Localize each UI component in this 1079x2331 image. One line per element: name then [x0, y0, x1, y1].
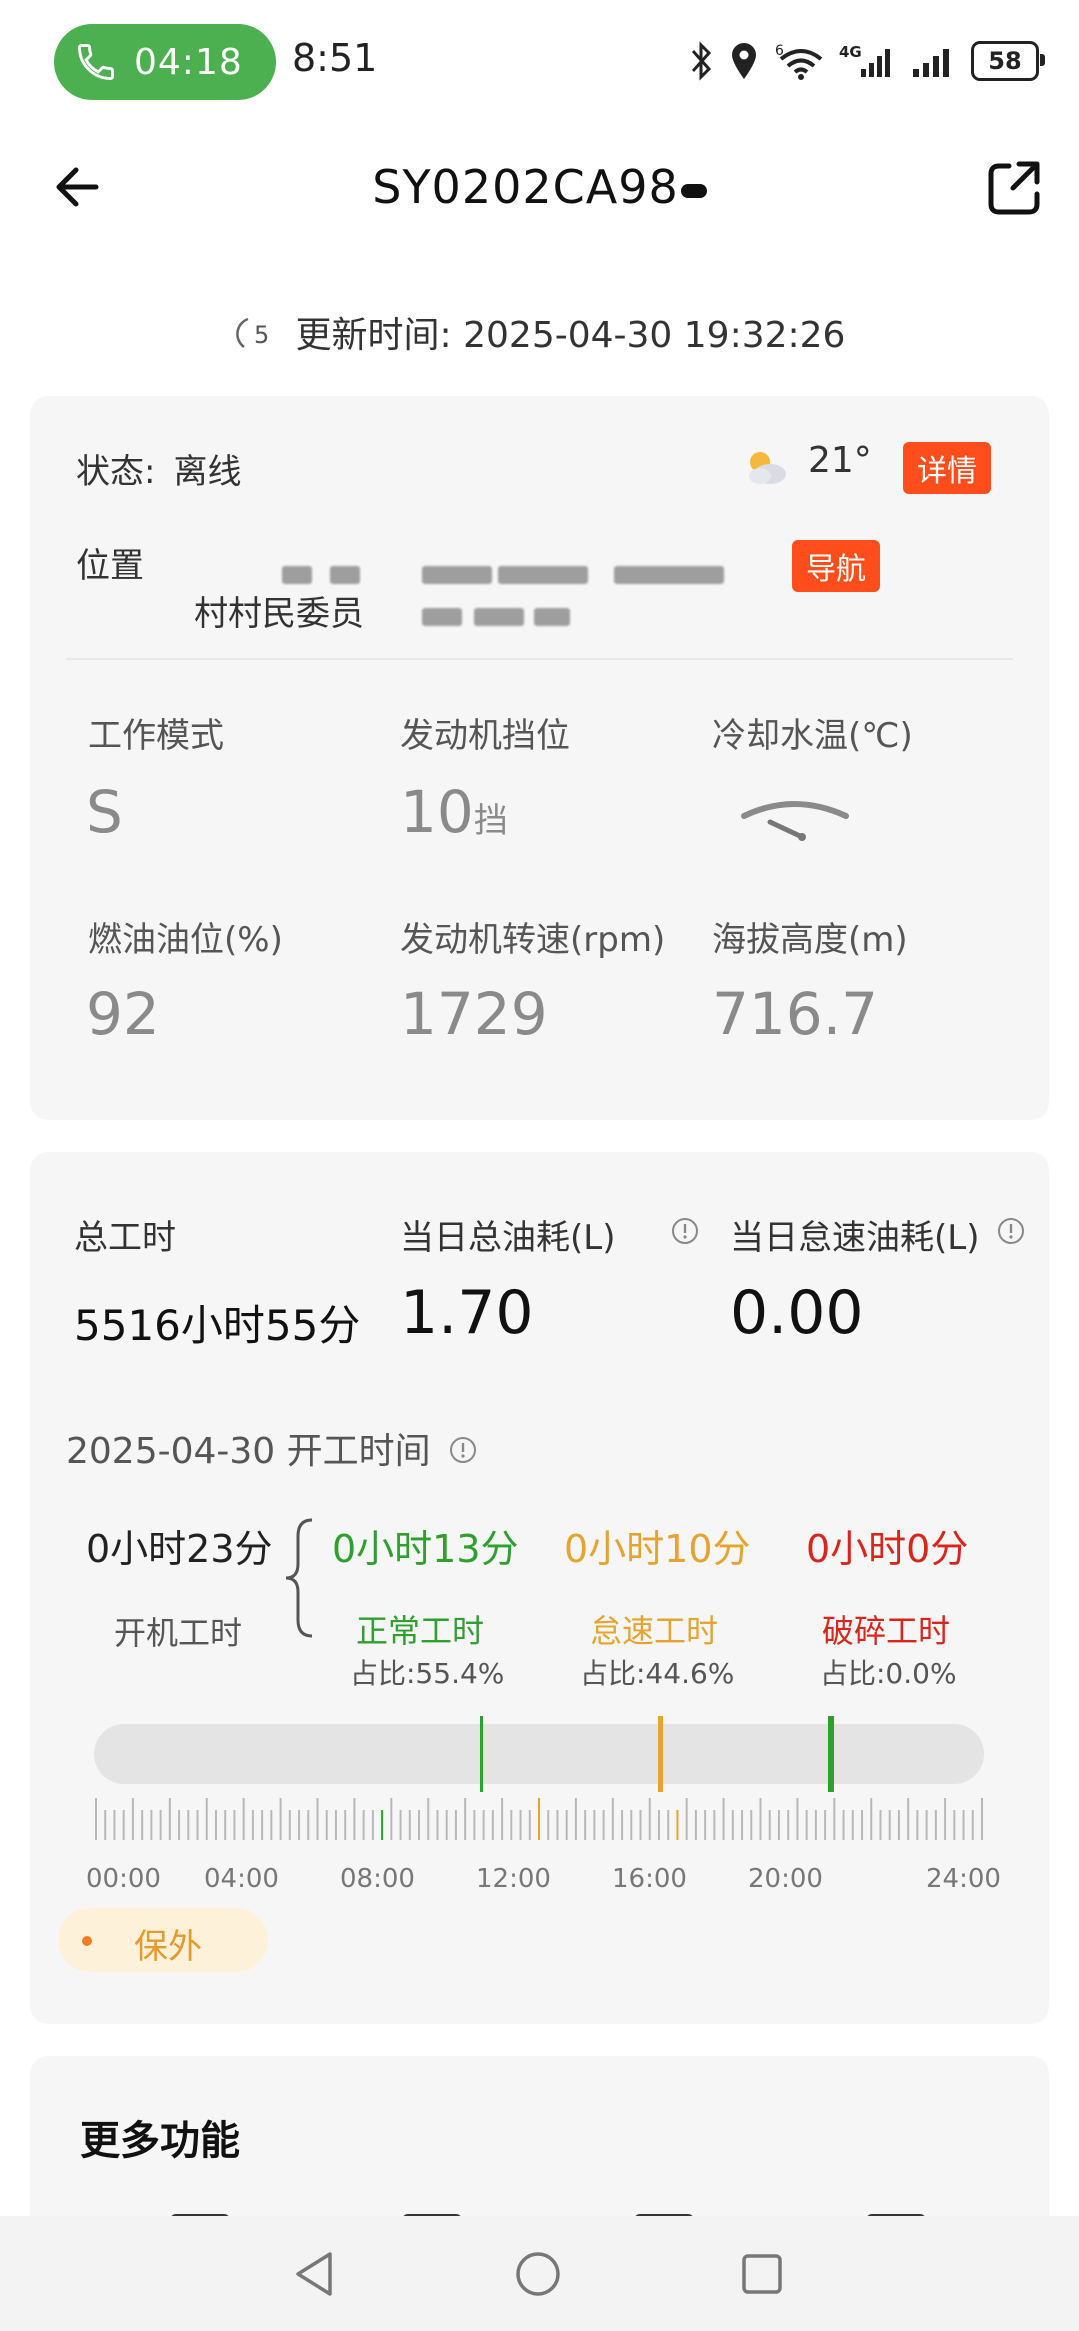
brace	[285, 1518, 313, 1638]
location-label: 位置	[76, 546, 144, 586]
total-hours-value: 5516小时55分	[74, 1301, 361, 1350]
idle-hours-label: 怠速工时	[590, 1612, 719, 1650]
fuel-label: 当日总油耗(L)	[400, 1218, 616, 1258]
idle-hours-pct: 占比:44.6%	[580, 1657, 735, 1690]
system-nav-bar	[0, 2216, 1079, 2331]
info-icon[interactable]	[448, 1435, 478, 1465]
metric-label: 冷却水温(℃)	[712, 716, 913, 756]
battery-icon: 58	[971, 41, 1045, 81]
bluetooth-icon	[691, 41, 712, 81]
cloudy-weather-icon	[749, 452, 786, 484]
work-date-title: 2025-04-30 开工时间	[66, 1422, 478, 1474]
timeline-ticks	[95, 1798, 983, 1840]
normal-hours-time: 0小时13分	[332, 1527, 519, 1571]
hour-label: 00:00	[86, 1864, 161, 1894]
detail-button[interactable]: 详情	[903, 442, 991, 494]
work-timeline-bar[interactable]	[94, 1716, 984, 1792]
call-timer: 04:18	[134, 41, 243, 83]
network-label: 4G	[839, 43, 862, 61]
metric-value: 1729	[400, 980, 548, 1048]
fuel-value: 1.70	[400, 1278, 534, 1348]
boot-label: 开机工时	[114, 1614, 243, 1652]
hour-label: 16:00	[612, 1864, 687, 1894]
info-icon[interactable]	[996, 1216, 1026, 1246]
redacted-block	[330, 566, 360, 584]
redacted-block	[282, 566, 312, 584]
boot-time: 0小时23分	[86, 1527, 273, 1571]
update-time: 更新时间: 2025-04-30 19:32:26	[295, 315, 846, 356]
refresh-icon[interactable]: 5	[234, 313, 274, 353]
total-hours-label: 总工时	[74, 1218, 176, 1258]
breaking-hours-label: 破碎工时	[822, 1612, 951, 1650]
hour-label: 04:00	[204, 1864, 279, 1894]
redacted-block	[422, 608, 462, 626]
metric-value: 716.7	[712, 980, 879, 1048]
warranty-status-pill: 保外	[58, 1908, 268, 1972]
update-time-row: 5 更新时间: 2025-04-30 19:32:26	[0, 306, 1079, 358]
metric-label: 工作模式	[88, 716, 224, 756]
coolant-gauge-icon	[741, 801, 849, 841]
info-icon[interactable]	[670, 1216, 700, 1246]
idle-hours-time: 0小时10分	[564, 1527, 751, 1571]
refresh-count: 5	[254, 321, 269, 349]
status-time: 8:51	[292, 36, 378, 80]
idle-fuel-label: 当日怠速油耗(L)	[730, 1218, 980, 1258]
timeline-marker-idle	[658, 1716, 663, 1792]
warranty-dot	[82, 1936, 92, 1946]
signal-icon	[913, 49, 949, 77]
hour-label: 08:00	[340, 1864, 415, 1894]
timeline-marker-normal	[828, 1716, 834, 1792]
redacted-block	[534, 608, 570, 626]
location-icon	[732, 43, 756, 79]
status-value: 离线	[173, 452, 242, 492]
breaking-hours-time: 0小时0分	[806, 1527, 969, 1571]
signal-4g-icon: 4G	[839, 43, 890, 77]
divider	[66, 658, 1013, 660]
temperature: 21°	[808, 440, 872, 481]
hour-label: 24:00	[926, 1864, 1001, 1894]
normal-hours-pct: 占比:55.4%	[350, 1657, 505, 1690]
share-icon[interactable]	[985, 158, 1045, 218]
more-functions-title: 更多功能	[80, 2118, 240, 2164]
phone-icon	[78, 44, 114, 80]
status-icons: 6 4G 58	[689, 36, 1045, 86]
nav-back-icon[interactable]	[292, 2250, 336, 2298]
normal-hours-label: 正常工时	[356, 1612, 485, 1650]
hour-label: 20:00	[748, 1864, 823, 1894]
idle-fuel-value: 0.00	[730, 1278, 864, 1348]
wifi-icon: 6	[775, 43, 823, 80]
work-hours-card: 总工时 5516小时55分 当日总油耗(L) 1.70 当日怠速油耗(L) 0.…	[30, 1152, 1049, 2024]
metric-label: 发动机挡位	[400, 716, 570, 756]
warranty-label: 保外	[134, 1927, 202, 1967]
location-line2: 村村民委员	[194, 594, 364, 634]
metric-value: S	[86, 778, 123, 846]
battery-level: 58	[988, 47, 1022, 75]
metric-value: 92	[86, 980, 160, 1048]
redacted-block	[498, 566, 588, 584]
breaking-hours-pct: 占比:0.0%	[820, 1657, 957, 1690]
status-label: 状态: 离线	[76, 452, 242, 492]
timeline-marker-normal	[480, 1716, 483, 1792]
hour-label: 12:00	[476, 1864, 551, 1894]
redacted-block	[474, 608, 524, 626]
metric-value: 10挡	[400, 778, 508, 846]
machine-status-card: 状态: 离线 21° 详情 位置 村村民委员 导航 工作模式 S 发动机挡位 10…	[30, 396, 1049, 1120]
redacted-block	[614, 566, 724, 584]
call-timer-pill[interactable]: 04:18	[54, 24, 276, 100]
nav-recents-icon[interactable]	[740, 2252, 784, 2296]
metric-label: 海拔高度(m)	[712, 920, 908, 960]
nav-home-icon[interactable]	[514, 2250, 562, 2298]
redacted-block	[422, 566, 492, 584]
metric-label: 燃油油位(%)	[88, 920, 283, 960]
navigate-button[interactable]: 导航	[792, 540, 880, 592]
page-title: SY0202CA98	[0, 160, 1079, 214]
metric-label: 发动机转速(rpm)	[400, 920, 666, 960]
